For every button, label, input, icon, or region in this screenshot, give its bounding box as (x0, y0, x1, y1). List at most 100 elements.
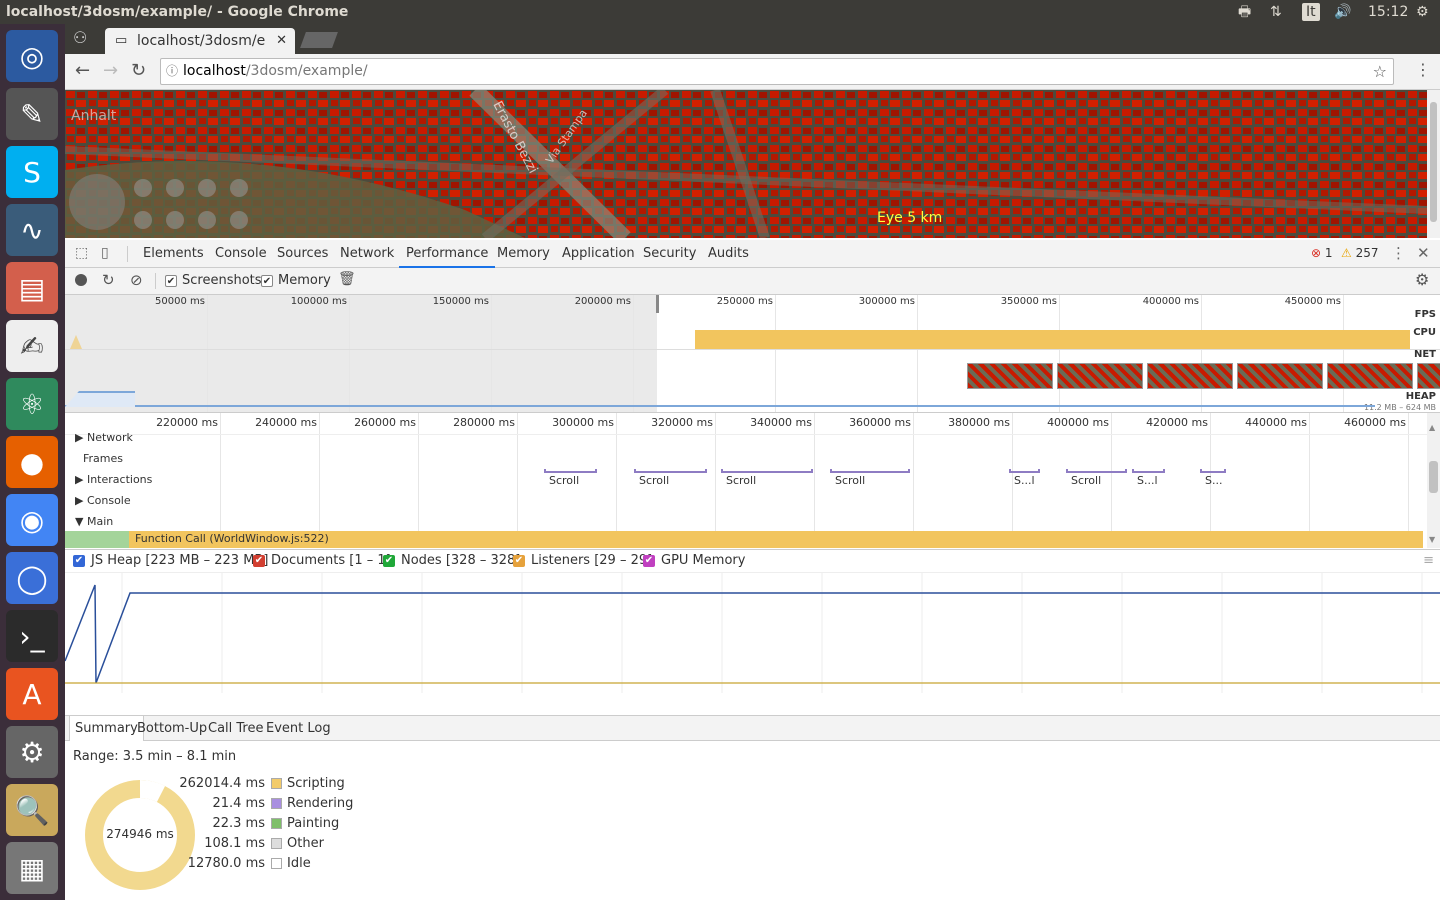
capture-settings-icon[interactable]: ⚙ (1415, 270, 1429, 289)
tab-security[interactable]: Security (643, 240, 696, 268)
flame-scrollbar[interactable]: ▲ ▼ (1427, 413, 1440, 548)
function-call-bar[interactable]: Function Call (WorldWindow.js:522) (65, 531, 1423, 548)
printer-icon[interactable]: 🖶 (1238, 0, 1251, 24)
frames-track-header[interactable]: Frames (83, 452, 123, 465)
devtools-menu-icon[interactable]: ⋮ (1391, 244, 1406, 262)
memory-checkbox[interactable]: ✔ Memory (261, 273, 331, 288)
network-track-header[interactable]: ▶ Network (75, 431, 133, 444)
overview-gridline (1201, 295, 1202, 412)
software-center-icon[interactable]: A (6, 668, 58, 720)
gimp-icon[interactable]: ✎ (6, 88, 58, 140)
tab-audits[interactable]: Audits (708, 240, 749, 268)
tab-console[interactable]: Console (215, 240, 267, 268)
forward-icon[interactable]: → (103, 60, 118, 81)
tab-elements[interactable]: Elements (143, 240, 204, 268)
console-track-label: Console (86, 494, 131, 507)
screenshot-thumbnail[interactable] (1237, 363, 1323, 389)
browser-tab[interactable]: ▭ localhost/3dosm/e ✕ (105, 28, 295, 54)
clear-icon[interactable]: ⊘ (130, 271, 143, 289)
system-monitor-icon[interactable]: ∿ (6, 204, 58, 256)
summary-row-idle: 12780.0 ms Idle (185, 854, 405, 874)
volume-icon[interactable]: 🔊 (1334, 0, 1351, 24)
back-icon[interactable]: ← (75, 60, 90, 81)
network-icon[interactable]: ⇅ (1270, 0, 1282, 24)
interaction-bar[interactable] (721, 469, 813, 473)
screenshot-thumbnail[interactable] (1327, 363, 1413, 389)
timeline-overview[interactable]: 50000 ms 100000 ms 150000 ms 200000 ms 25000… (65, 295, 1440, 413)
screenshot-thumbnail[interactable] (967, 363, 1053, 389)
interaction-bar[interactable] (830, 469, 910, 473)
screenshots-checkbox[interactable]: ✔ Screenshots (165, 273, 262, 288)
scroll-up-icon[interactable]: ▲ (1429, 423, 1435, 432)
screenshot-thumbnail[interactable] (1417, 363, 1440, 389)
interaction-bar[interactable] (1132, 469, 1165, 473)
files-icon[interactable]: ▤ (6, 262, 58, 314)
ubuntu-dash-icon[interactable]: ◎ (6, 30, 58, 82)
gpu-memory-counter[interactable]: ✔ GPU Memory (643, 550, 745, 572)
reload-profile-icon[interactable]: ↻ (102, 271, 115, 289)
settings-gear-icon[interactable]: ⚙ (1416, 0, 1429, 24)
record-button[interactable] (75, 274, 87, 286)
device-toolbar-icon[interactable]: ▯ (101, 245, 109, 261)
tab-network[interactable]: Network (340, 240, 394, 268)
globe-canvas[interactable]: Anhalt Erasto Bezzi Via Stampa Eye 5 km (65, 90, 1427, 238)
js-heap-line (64, 584, 1440, 684)
new-tab-button[interactable] (300, 32, 338, 48)
interaction-bar[interactable] (1200, 469, 1226, 473)
checkbox-checked-icon: ✔ (513, 555, 525, 567)
trash-icon[interactable]: ▦ (6, 842, 58, 894)
main-track-header[interactable]: ▼ Main (75, 515, 113, 528)
image-viewer-icon[interactable]: 🔍 (6, 784, 58, 836)
error-count[interactable]: ⊗ 1 (1311, 246, 1333, 260)
close-tab-icon[interactable]: ✕ (276, 28, 287, 54)
memory-grid (121, 573, 1423, 693)
scroll-down-icon[interactable]: ▼ (1429, 535, 1435, 544)
bookmark-star-icon[interactable]: ☆ (1373, 59, 1387, 84)
tab-memory[interactable]: Memory (497, 240, 550, 268)
interaction-bar[interactable] (1066, 469, 1127, 473)
address-bar[interactable]: ⓘ localhost/3dosm/example/ ☆ (160, 58, 1394, 85)
flame-tick-label: 360000 ms (849, 416, 911, 429)
interactions-track-header[interactable]: ▶ Interactions (75, 473, 152, 486)
tab-application[interactable]: Application (562, 240, 635, 268)
tab-sources[interactable]: Sources (277, 240, 328, 268)
terminal-icon[interactable]: ›_ (6, 610, 58, 662)
screenshot-thumbnail[interactable] (1057, 363, 1143, 389)
text-editor-icon[interactable]: ✍ (6, 320, 58, 372)
chromium-icon[interactable]: ◯ (6, 552, 58, 604)
tab-event-log[interactable]: Event Log (261, 716, 336, 741)
inspect-element-icon[interactable]: ⬚ (75, 245, 88, 261)
scrollbar-thumb[interactable] (1430, 102, 1437, 222)
keyboard-layout-indicator[interactable]: It (1302, 3, 1320, 21)
js-heap-counter[interactable]: ✔ JS Heap [223 MB – 223 MB] (73, 550, 268, 572)
warning-count[interactable]: ⚠ 257 (1341, 246, 1379, 260)
interaction-bar[interactable] (1009, 469, 1040, 473)
tab-bottom-up[interactable]: Bottom-Up (132, 716, 212, 741)
system-settings-icon[interactable]: ⚙ (6, 726, 58, 778)
documents-counter[interactable]: ✔ Documents [1 – 1] (253, 550, 391, 572)
garbage-collect-icon[interactable]: 🗑 (338, 271, 356, 287)
listeners-counter[interactable]: ✔ Listeners [29 – 29] (513, 550, 652, 572)
reload-icon[interactable]: ↻ (131, 60, 146, 81)
info-icon[interactable]: ⓘ (166, 59, 178, 84)
chrome-icon[interactable]: ◉ (6, 494, 58, 546)
interaction-label: Scroll (726, 474, 757, 487)
nodes-counter[interactable]: ✔ Nodes [328 – 328] (383, 550, 520, 572)
clock[interactable]: 15:12 (1368, 0, 1408, 24)
screenshot-thumbnail[interactable] (1147, 363, 1233, 389)
scrollbar-thumb[interactable] (1429, 461, 1438, 493)
console-track-header[interactable]: ▶ Console (75, 494, 131, 507)
tab-performance[interactable]: Performance (399, 240, 496, 268)
selection-handle[interactable] (656, 295, 659, 313)
interaction-bar[interactable] (544, 469, 597, 473)
chrome-menu-icon[interactable]: ⋮ (1415, 60, 1431, 79)
panel-resize-icon[interactable]: ≡ (1423, 550, 1434, 572)
atom-icon[interactable]: ⚛ (6, 378, 58, 430)
flame-chart[interactable]: 220000 ms 240000 ms 260000 ms 280000 ms 3000… (65, 413, 1440, 548)
firefox-icon[interactable]: ● (6, 436, 58, 488)
tab-call-tree[interactable]: Call Tree (203, 716, 269, 741)
skype-icon[interactable]: S (6, 146, 58, 198)
page-scrollbar[interactable] (1427, 90, 1440, 238)
interaction-bar[interactable] (634, 469, 707, 473)
close-devtools-icon[interactable]: ✕ (1417, 244, 1430, 262)
